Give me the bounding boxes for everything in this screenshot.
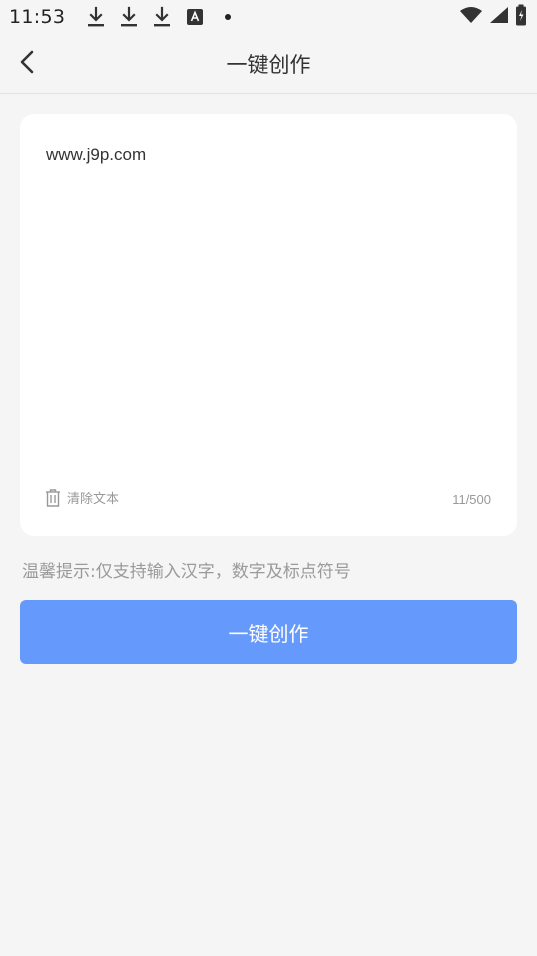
status-bar: 11:53 xyxy=(0,0,537,34)
chevron-left-icon xyxy=(20,50,34,74)
dot-icon xyxy=(225,14,232,20)
trash-icon xyxy=(46,488,60,507)
status-time: 11:53 xyxy=(9,6,66,28)
download-icon xyxy=(83,5,109,29)
download-icon xyxy=(116,5,142,29)
header: 一键创作 xyxy=(0,34,537,94)
status-right xyxy=(459,4,527,30)
download-icon xyxy=(149,5,175,29)
clear-text-label: 清除文本 xyxy=(67,492,120,507)
text-input[interactable]: www.j9p.com xyxy=(46,144,491,474)
battery-charging-icon xyxy=(515,4,527,30)
hint-text: 温馨提示:仅支持输入汉字，数字及标点符号 xyxy=(22,562,351,582)
create-button[interactable]: 一键创作 xyxy=(20,600,517,664)
signal-icon xyxy=(489,6,509,28)
back-button[interactable] xyxy=(12,46,42,78)
page-title: 一键创作 xyxy=(226,52,311,77)
editor-card: www.j9p.com 清除文本 11/500 xyxy=(20,114,517,536)
text-a-icon xyxy=(182,5,208,29)
char-count: 11/500 xyxy=(452,492,491,507)
wifi-icon xyxy=(459,6,483,28)
clear-text-button[interactable]: 清除文本 xyxy=(45,488,119,507)
status-left: 11:53 xyxy=(9,5,232,29)
